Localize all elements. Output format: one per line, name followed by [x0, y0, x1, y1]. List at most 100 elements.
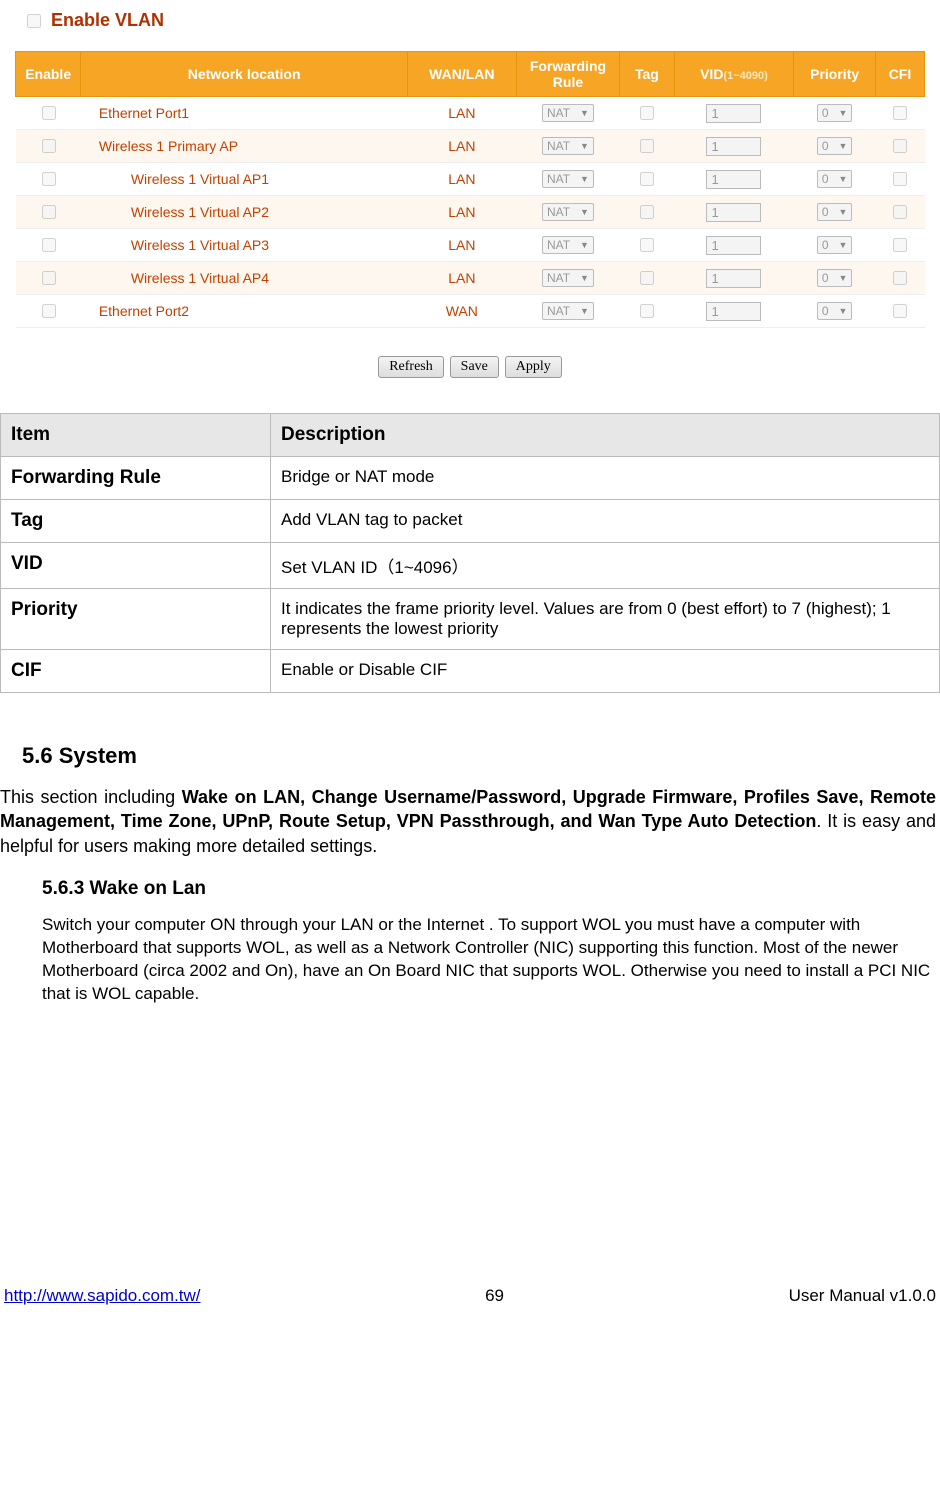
- col-fwd: Forwarding Rule: [516, 52, 619, 97]
- fwd-select[interactable]: NAT▼: [542, 203, 594, 221]
- cfi-checkbox[interactable]: [893, 106, 907, 120]
- row-enable-checkbox[interactable]: [42, 238, 56, 252]
- fwd-select[interactable]: NAT▼: [542, 302, 594, 320]
- vid-input[interactable]: [706, 170, 761, 189]
- row-type: LAN: [407, 163, 516, 196]
- fwd-select[interactable]: NAT▼: [542, 236, 594, 254]
- tag-checkbox[interactable]: [640, 238, 654, 252]
- desc-text: Set VLAN ID（1~4096）: [271, 543, 940, 589]
- cfi-checkbox[interactable]: [893, 304, 907, 318]
- row-enable-checkbox[interactable]: [42, 172, 56, 186]
- tag-checkbox[interactable]: [640, 139, 654, 153]
- desc-text: Enable or Disable CIF: [271, 650, 940, 693]
- save-button[interactable]: Save: [450, 356, 499, 378]
- fwd-select[interactable]: NAT▼: [542, 104, 594, 122]
- desc-col-description: Description: [271, 414, 940, 457]
- apply-button[interactable]: Apply: [505, 356, 562, 378]
- table-row: Ethernet Port2WAN NAT▼ 0▼: [16, 295, 925, 328]
- vid-input[interactable]: [706, 137, 761, 156]
- subsection-text: Switch your computer ON through your LAN…: [42, 914, 940, 1006]
- refresh-button[interactable]: Refresh: [378, 356, 444, 378]
- description-table: Item Description Forwarding RuleBridge o…: [0, 413, 940, 693]
- vid-input[interactable]: [706, 203, 761, 222]
- row-name: Wireless 1 Virtual AP3: [81, 229, 408, 262]
- footer-url[interactable]: http://www.sapido.com.tw/: [4, 1286, 201, 1306]
- fwd-select[interactable]: NAT▼: [542, 269, 594, 287]
- desc-item: CIF: [1, 650, 271, 693]
- vid-input[interactable]: [706, 269, 761, 288]
- desc-item: Priority: [1, 589, 271, 650]
- row-type: LAN: [407, 229, 516, 262]
- chevron-down-icon: ▼: [580, 273, 589, 283]
- footer-version: User Manual v1.0.0: [789, 1286, 936, 1306]
- desc-item: Tag: [1, 500, 271, 543]
- fwd-select[interactable]: NAT▼: [542, 170, 594, 188]
- cfi-checkbox[interactable]: [893, 271, 907, 285]
- desc-row: TagAdd VLAN tag to packet: [1, 500, 940, 543]
- table-row: Ethernet Port1LANNAT▼0▼: [16, 97, 925, 130]
- chevron-down-icon: ▼: [839, 141, 848, 151]
- vid-input[interactable]: [706, 302, 761, 321]
- row-type: LAN: [407, 196, 516, 229]
- col-tag: Tag: [620, 52, 674, 97]
- tag-checkbox[interactable]: [640, 304, 654, 318]
- tag-checkbox[interactable]: [640, 106, 654, 120]
- page-footer: http://www.sapido.com.tw/ 69 User Manual…: [0, 1286, 940, 1306]
- priority-select[interactable]: 0▼: [817, 170, 853, 188]
- col-priority: Priority: [794, 52, 876, 97]
- chevron-down-icon: ▼: [580, 108, 589, 118]
- section-intro: This section including Wake on LAN, Chan…: [0, 785, 936, 858]
- col-enable: Enable: [16, 52, 81, 97]
- desc-text: Bridge or NAT mode: [271, 457, 940, 500]
- cfi-checkbox[interactable]: [893, 238, 907, 252]
- table-row: Wireless 1 Virtual AP2LAN NAT▼ 0▼: [16, 196, 925, 229]
- cfi-checkbox[interactable]: [893, 139, 907, 153]
- chevron-down-icon: ▼: [580, 240, 589, 250]
- table-row: Wireless 1 Virtual AP4LAN NAT▼ 0▼: [16, 262, 925, 295]
- row-enable-checkbox[interactable]: [42, 304, 56, 318]
- priority-select[interactable]: 0▼: [817, 236, 853, 254]
- row-name: Ethernet Port1: [81, 97, 408, 130]
- desc-text: It indicates the frame priority level. V…: [271, 589, 940, 650]
- row-type: WAN: [407, 295, 516, 328]
- section-heading: 5.6 System: [22, 743, 940, 769]
- chevron-down-icon: ▼: [839, 207, 848, 217]
- row-type: LAN: [407, 130, 516, 163]
- action-buttons: Refresh Save Apply: [15, 356, 925, 378]
- vid-input[interactable]: [706, 236, 761, 255]
- tag-checkbox[interactable]: [640, 205, 654, 219]
- priority-select[interactable]: 0▼: [817, 269, 853, 287]
- tag-checkbox[interactable]: [640, 271, 654, 285]
- row-enable-checkbox[interactable]: [42, 139, 56, 153]
- row-name: Ethernet Port2: [81, 295, 408, 328]
- priority-select[interactable]: 0▼: [817, 137, 853, 155]
- desc-row: Priority It indicates the frame priority…: [1, 589, 940, 650]
- table-row: Wireless 1 Virtual AP3LAN NAT▼ 0▼: [16, 229, 925, 262]
- desc-item: Forwarding Rule: [1, 457, 271, 500]
- row-enable-checkbox[interactable]: [42, 106, 56, 120]
- vlan-table: Enable Network location WAN/LAN Forwardi…: [15, 51, 925, 328]
- footer-page: 69: [485, 1286, 504, 1306]
- row-name: Wireless 1 Virtual AP1: [81, 163, 408, 196]
- enable-vlan-row: Enable VLAN: [15, 10, 925, 31]
- row-name: Wireless 1 Virtual AP2: [81, 196, 408, 229]
- col-location: Network location: [81, 52, 408, 97]
- fwd-select[interactable]: NAT▼: [542, 137, 594, 155]
- priority-select[interactable]: 0▼: [817, 302, 853, 320]
- priority-select[interactable]: 0▼: [817, 104, 853, 122]
- chevron-down-icon: ▼: [580, 174, 589, 184]
- priority-select[interactable]: 0▼: [817, 203, 853, 221]
- row-enable-checkbox[interactable]: [42, 205, 56, 219]
- chevron-down-icon: ▼: [839, 306, 848, 316]
- cfi-checkbox[interactable]: [893, 205, 907, 219]
- chevron-down-icon: ▼: [839, 174, 848, 184]
- row-type: LAN: [407, 262, 516, 295]
- row-enable-checkbox[interactable]: [42, 271, 56, 285]
- vid-input[interactable]: [706, 104, 761, 123]
- cfi-checkbox[interactable]: [893, 172, 907, 186]
- tag-checkbox[interactable]: [640, 172, 654, 186]
- chevron-down-icon: ▼: [839, 273, 848, 283]
- row-name: Wireless 1 Virtual AP4: [81, 262, 408, 295]
- chevron-down-icon: ▼: [839, 108, 848, 118]
- enable-vlan-checkbox[interactable]: [27, 14, 41, 28]
